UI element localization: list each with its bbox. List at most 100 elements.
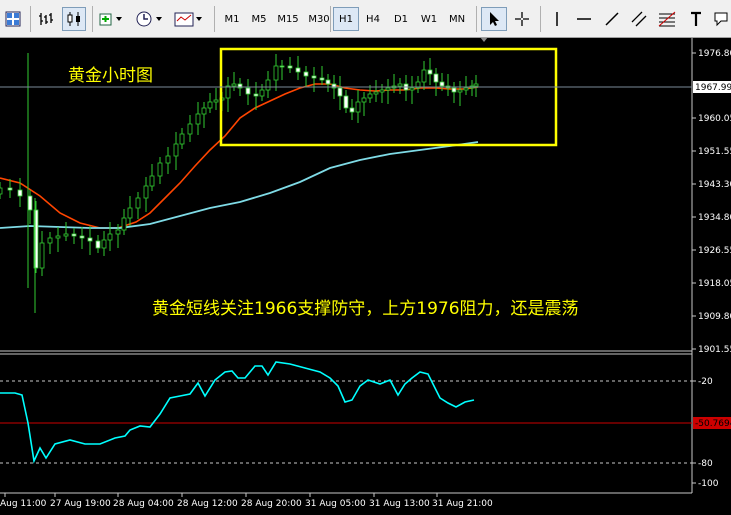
candle-body	[367, 93, 373, 99]
candle-body	[143, 185, 149, 199]
candle-body	[409, 87, 415, 91]
price-tick-label: 1918.05	[698, 279, 731, 289]
time-tick-label: 28 Aug 12:00	[177, 499, 238, 509]
candle-body	[87, 237, 93, 242]
horizontal-line-icon[interactable]	[572, 7, 596, 31]
timeframe-h4[interactable]: H4	[360, 7, 386, 31]
candle-body	[201, 107, 207, 115]
candle-body	[397, 83, 403, 87]
candle-body	[439, 81, 445, 87]
indicators-icon[interactable]	[96, 7, 126, 31]
time-tick-label: Aug 11:00	[0, 499, 47, 509]
timeframe-w1[interactable]: W1	[416, 7, 442, 31]
candle-body	[213, 99, 219, 103]
timeframe-h1[interactable]: H1	[333, 7, 359, 31]
candle-body	[355, 101, 361, 113]
time-tick-label: 31 Aug 13:00	[369, 499, 430, 509]
candle-body	[121, 217, 127, 231]
timeframe-mn[interactable]: MN	[444, 7, 470, 31]
price-tick-label: 1943.30	[698, 180, 731, 190]
chart-title: 黄金小时图	[68, 66, 153, 86]
osc-tick-label: -100	[698, 479, 719, 489]
price-tick-label: 1926.55	[698, 246, 731, 256]
candle-body	[473, 83, 479, 87]
label-tool-icon[interactable]	[710, 7, 731, 31]
osc-tick-label: -20	[698, 377, 713, 387]
templates-icon[interactable]	[172, 7, 206, 31]
candle-body	[245, 87, 251, 95]
candle-body	[385, 87, 391, 91]
candle-body	[101, 239, 107, 249]
candle-body	[127, 207, 133, 219]
candle-body	[361, 97, 367, 103]
candle-body	[173, 143, 179, 157]
candle-body	[115, 229, 121, 235]
candle-body	[325, 79, 331, 85]
vertical-line-icon[interactable]	[545, 7, 569, 31]
time-tick-label: 31 Aug 05:00	[305, 499, 366, 509]
price-tick-label: 1951.55	[698, 147, 731, 157]
candle-body	[379, 89, 385, 93]
candle-body	[0, 187, 3, 195]
time-tick-label: 27 Aug 19:00	[50, 499, 111, 509]
candle-body	[287, 65, 293, 69]
candle-body	[421, 69, 427, 83]
cursor-icon[interactable]	[481, 7, 507, 31]
bar-chart-icon[interactable]	[34, 7, 58, 31]
candle-body	[63, 233, 69, 237]
fibonacci-icon[interactable]	[654, 7, 680, 31]
candle-body	[427, 69, 433, 75]
text-tool-icon[interactable]	[685, 7, 707, 31]
candle-body	[303, 71, 309, 77]
timeframe-d1[interactable]: D1	[388, 7, 414, 31]
time-tick-label: 28 Aug 20:00	[241, 499, 302, 509]
osc-value-label: -50.7694	[695, 419, 731, 429]
candle-body	[195, 113, 201, 125]
candle-body	[279, 65, 285, 68]
new-chart-icon[interactable]	[2, 7, 24, 31]
current-price-label: 1967.99	[695, 83, 731, 93]
chart-area[interactable]: 黄金小时图 黄金短线关注1966支撑防守，上方1976阻力，还是震荡 1976.…	[0, 38, 731, 515]
channel-icon[interactable]	[627, 7, 651, 31]
candle-body	[165, 155, 171, 164]
candle-body	[265, 79, 271, 91]
time-tick-label: 28 Aug 04:00	[113, 499, 174, 509]
candle-body	[27, 195, 33, 211]
candle-body	[433, 73, 439, 83]
candle-body	[349, 107, 355, 113]
price-tick-label: 1976.80	[698, 49, 731, 59]
candle-body	[95, 240, 101, 249]
candle-body	[295, 67, 301, 73]
candle-body	[55, 235, 61, 239]
osc-tick-label: -80	[698, 459, 713, 469]
candle-body	[457, 89, 463, 93]
timeframe-m15[interactable]: M15	[273, 7, 303, 31]
candle-body	[47, 237, 53, 244]
candle-body	[225, 85, 231, 99]
candle-body	[463, 87, 469, 91]
candle-body	[319, 77, 325, 81]
candle-body	[337, 87, 343, 97]
crosshair-icon[interactable]	[510, 7, 534, 31]
candle-body	[451, 87, 457, 93]
candlestick-chart-icon[interactable]	[62, 7, 86, 31]
time-tick-label: 31 Aug 21:00	[432, 499, 493, 509]
candle-body	[157, 162, 163, 177]
price-tick-label: 1934.80	[698, 213, 731, 223]
toolbar: M1 M5 M15 M30 H1 H4 D1 W1 MN	[0, 0, 731, 38]
candle-body	[7, 187, 13, 191]
chart-background	[0, 38, 731, 515]
candle-body	[39, 242, 45, 269]
periods-icon[interactable]	[134, 7, 166, 31]
candle-body	[253, 93, 259, 97]
candle-body	[231, 83, 237, 87]
timeframe-m1[interactable]: M1	[219, 7, 245, 31]
candle-body	[71, 233, 77, 237]
candle-body	[107, 233, 113, 241]
price-tick-label: 1960.05	[698, 114, 731, 124]
candle-body	[343, 95, 349, 109]
candle-body	[135, 197, 141, 209]
trendline-icon[interactable]	[600, 7, 624, 31]
candle-body	[273, 65, 279, 81]
timeframe-m5[interactable]: M5	[246, 7, 272, 31]
